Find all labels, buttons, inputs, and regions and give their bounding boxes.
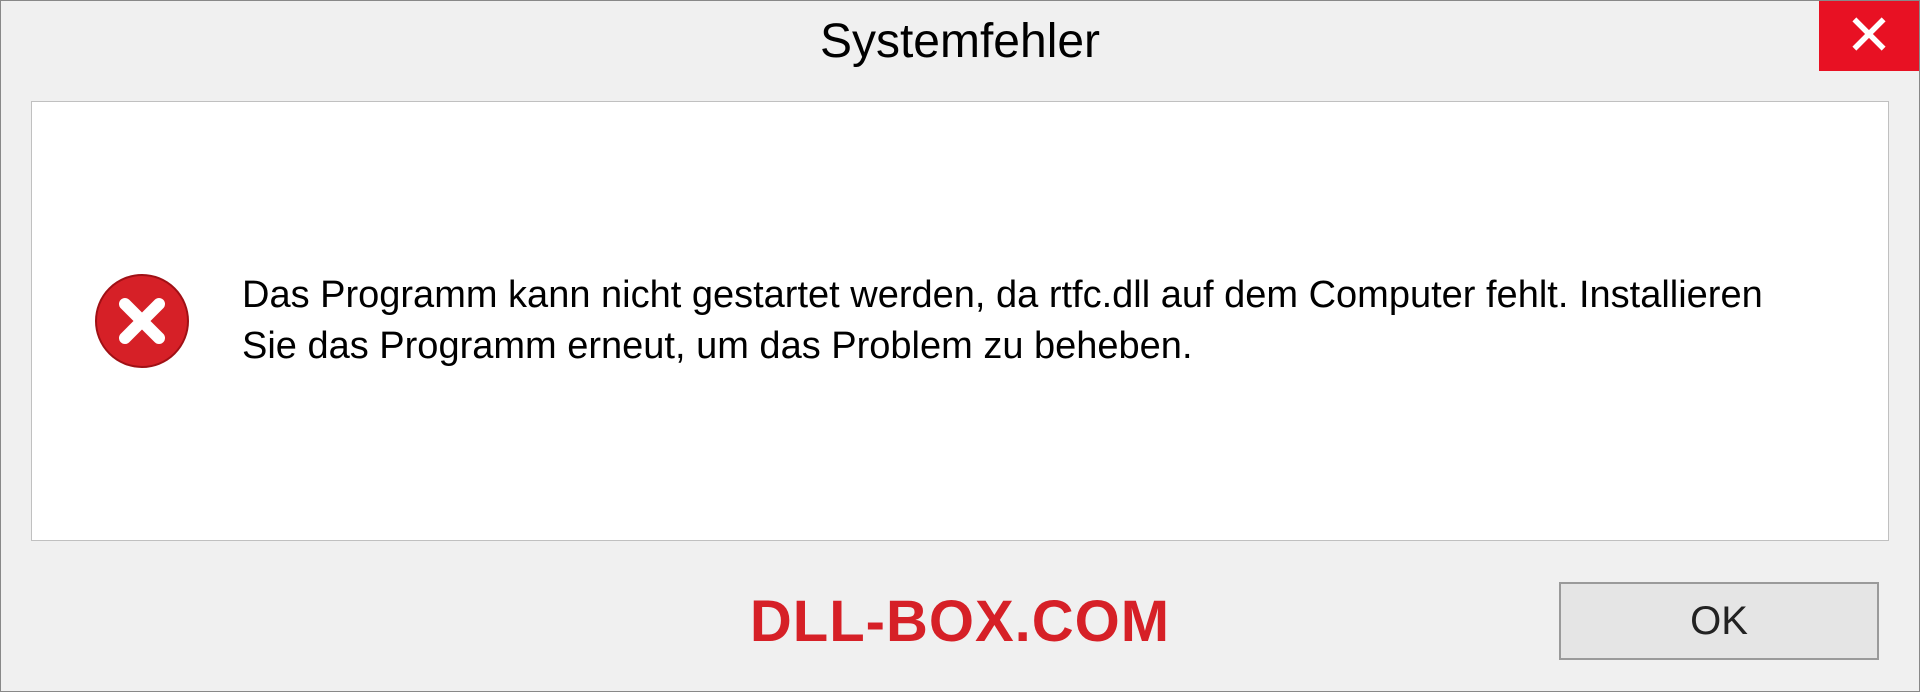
footer: DLL-BOX.COM OK [1, 561, 1919, 691]
content-panel: Das Programm kann nicht gestartet werden… [31, 101, 1889, 541]
error-icon [92, 271, 192, 371]
error-message: Das Programm kann nicht gestartet werden… [242, 270, 1828, 373]
error-dialog: Systemfehler Das Programm kann nicht ges… [0, 0, 1920, 692]
close-icon [1850, 15, 1888, 58]
ok-button[interactable]: OK [1559, 582, 1879, 660]
titlebar: Systemfehler [1, 1, 1919, 81]
dialog-title: Systemfehler [820, 14, 1100, 69]
close-button[interactable] [1819, 1, 1919, 71]
watermark-text: DLL-BOX.COM [750, 588, 1170, 655]
